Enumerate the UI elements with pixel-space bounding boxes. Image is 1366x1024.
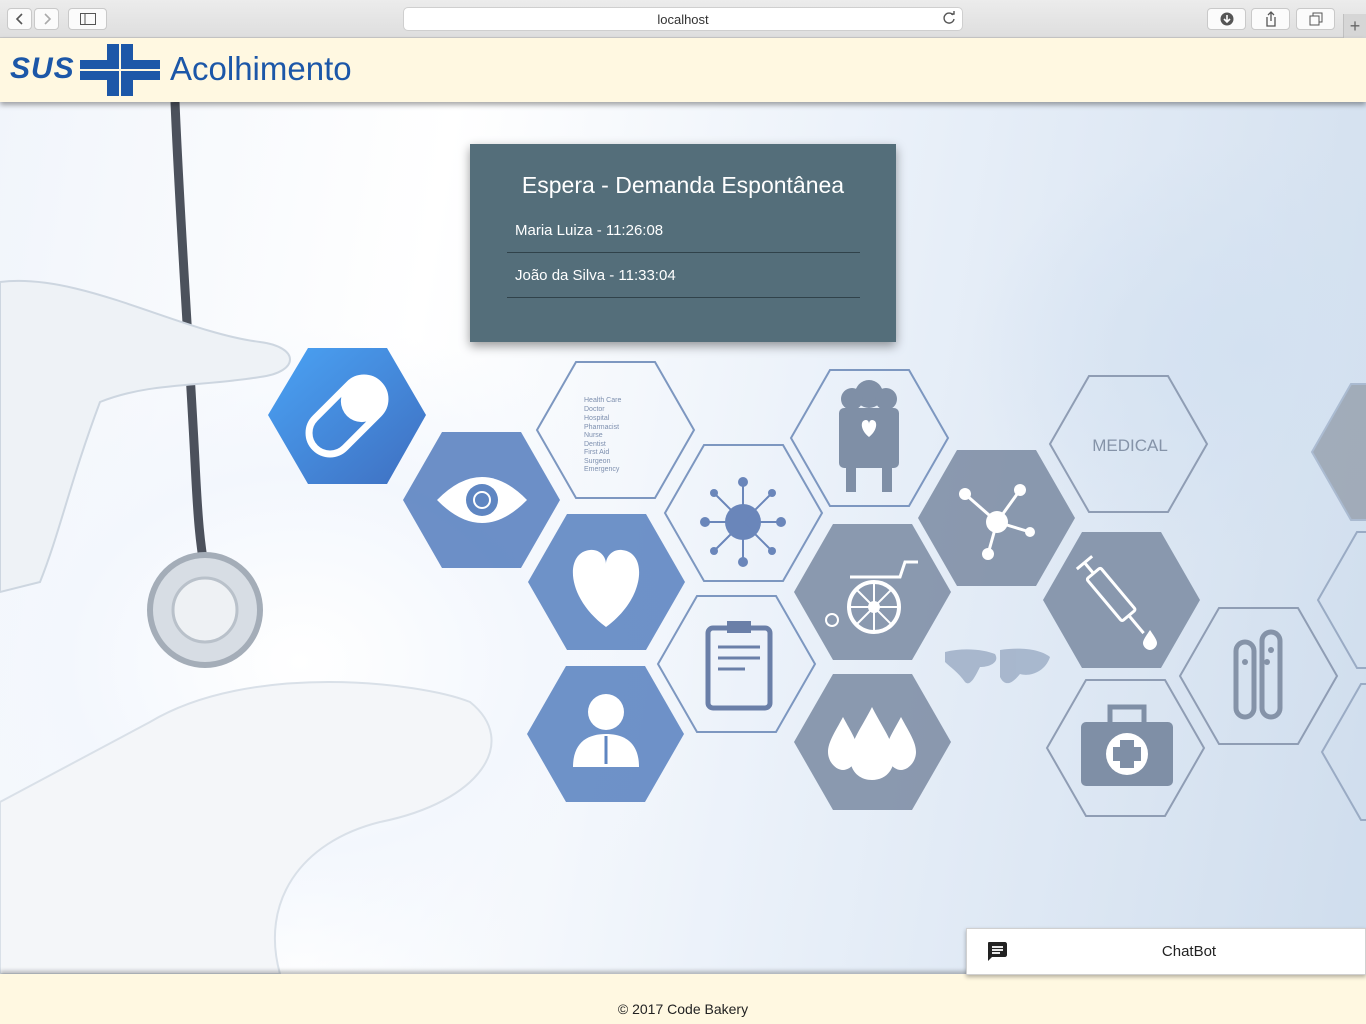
care-item-1: Doctor — [584, 406, 605, 413]
clipboard-hexagon — [656, 595, 817, 733]
heart-hexagon — [528, 514, 685, 650]
page-footer: © 2017 Code Bakery — [0, 974, 1366, 1024]
tabs-overview-icon — [1309, 12, 1322, 26]
care-list-text: Health Care Doctor Hospital Pharmacist N… — [584, 397, 621, 473]
first-aid-hexagon — [1045, 679, 1206, 817]
address-bar[interactable]: localhost — [403, 7, 963, 31]
lower-hand-shape — [0, 681, 493, 974]
molecule-hexagon — [918, 450, 1075, 586]
care-item-3: Pharmacist — [584, 424, 619, 431]
pill-hexagon — [268, 348, 426, 484]
sus-cross-logo-icon — [80, 44, 160, 96]
care-item-8: Emergency — [584, 466, 620, 473]
back-button[interactable] — [7, 8, 32, 30]
downloads-button[interactable] — [1207, 8, 1246, 30]
wheelchair-hexagon — [794, 524, 951, 660]
care-item-4: Nurse — [584, 432, 603, 439]
download-icon — [1220, 12, 1233, 26]
care-item-7: Surgeon — [584, 458, 611, 465]
sidebar-icon — [79, 13, 96, 25]
copyright-text: © 2017 Code Bakery — [617, 1001, 749, 1017]
chevron-right-icon — [43, 13, 51, 25]
test-tubes-hexagon — [1178, 607, 1339, 745]
sus-logo-text: SUS — [10, 52, 75, 85]
care-item-0: Health Care — [584, 397, 621, 404]
sidebar-toggle-button[interactable] — [68, 8, 107, 30]
chevron-left-icon — [15, 13, 23, 25]
waiting-queue-card: Espera - Demanda Espontânea Maria Luiza … — [470, 144, 896, 342]
partial-hexagons — [1310, 383, 1366, 821]
virus-hexagon — [663, 444, 824, 582]
world-map-shape — [945, 648, 1050, 684]
eye-hexagon — [403, 432, 560, 568]
share-button[interactable] — [1251, 8, 1290, 30]
family-hexagon — [789, 369, 950, 507]
medical-text-hexagon: MEDICAL — [1048, 375, 1209, 513]
glove-hand-shape — [0, 279, 291, 594]
reload-icon[interactable] — [942, 11, 956, 25]
syringe-hexagon — [1043, 532, 1200, 668]
care-item-6: First Aid — [584, 449, 609, 456]
share-icon — [1265, 11, 1276, 27]
app-header: SUS Acolhimento — [0, 38, 1366, 102]
browser-toolbar: localhost + — [0, 0, 1366, 38]
list-item[interactable]: João da Silva - 11:33:04 — [507, 253, 860, 298]
chatbot-label: ChatBot — [1161, 943, 1217, 960]
list-item[interactable]: Maria Luiza - 11:26:08 — [507, 208, 860, 253]
plus-icon: + — [1349, 15, 1361, 36]
care-item-2: Hospital — [584, 415, 610, 422]
drops-hexagon — [794, 674, 951, 810]
queue-card-title: Espera - Demanda Espontânea — [521, 172, 845, 198]
person-hexagon — [527, 666, 684, 802]
chatbot-button[interactable]: ChatBot — [966, 928, 1366, 975]
medical-label: MEDICAL — [1092, 436, 1168, 455]
address-text: localhost — [657, 11, 709, 27]
app-title: Acolhimento — [170, 50, 352, 87]
care-item-5: Dentist — [584, 441, 606, 448]
new-tab-button[interactable]: + — [1343, 14, 1366, 38]
waiting-list: Maria Luiza - 11:26:08 João da Silva - 1… — [507, 208, 860, 298]
tabs-button[interactable] — [1296, 8, 1335, 30]
forward-button[interactable] — [34, 8, 59, 30]
